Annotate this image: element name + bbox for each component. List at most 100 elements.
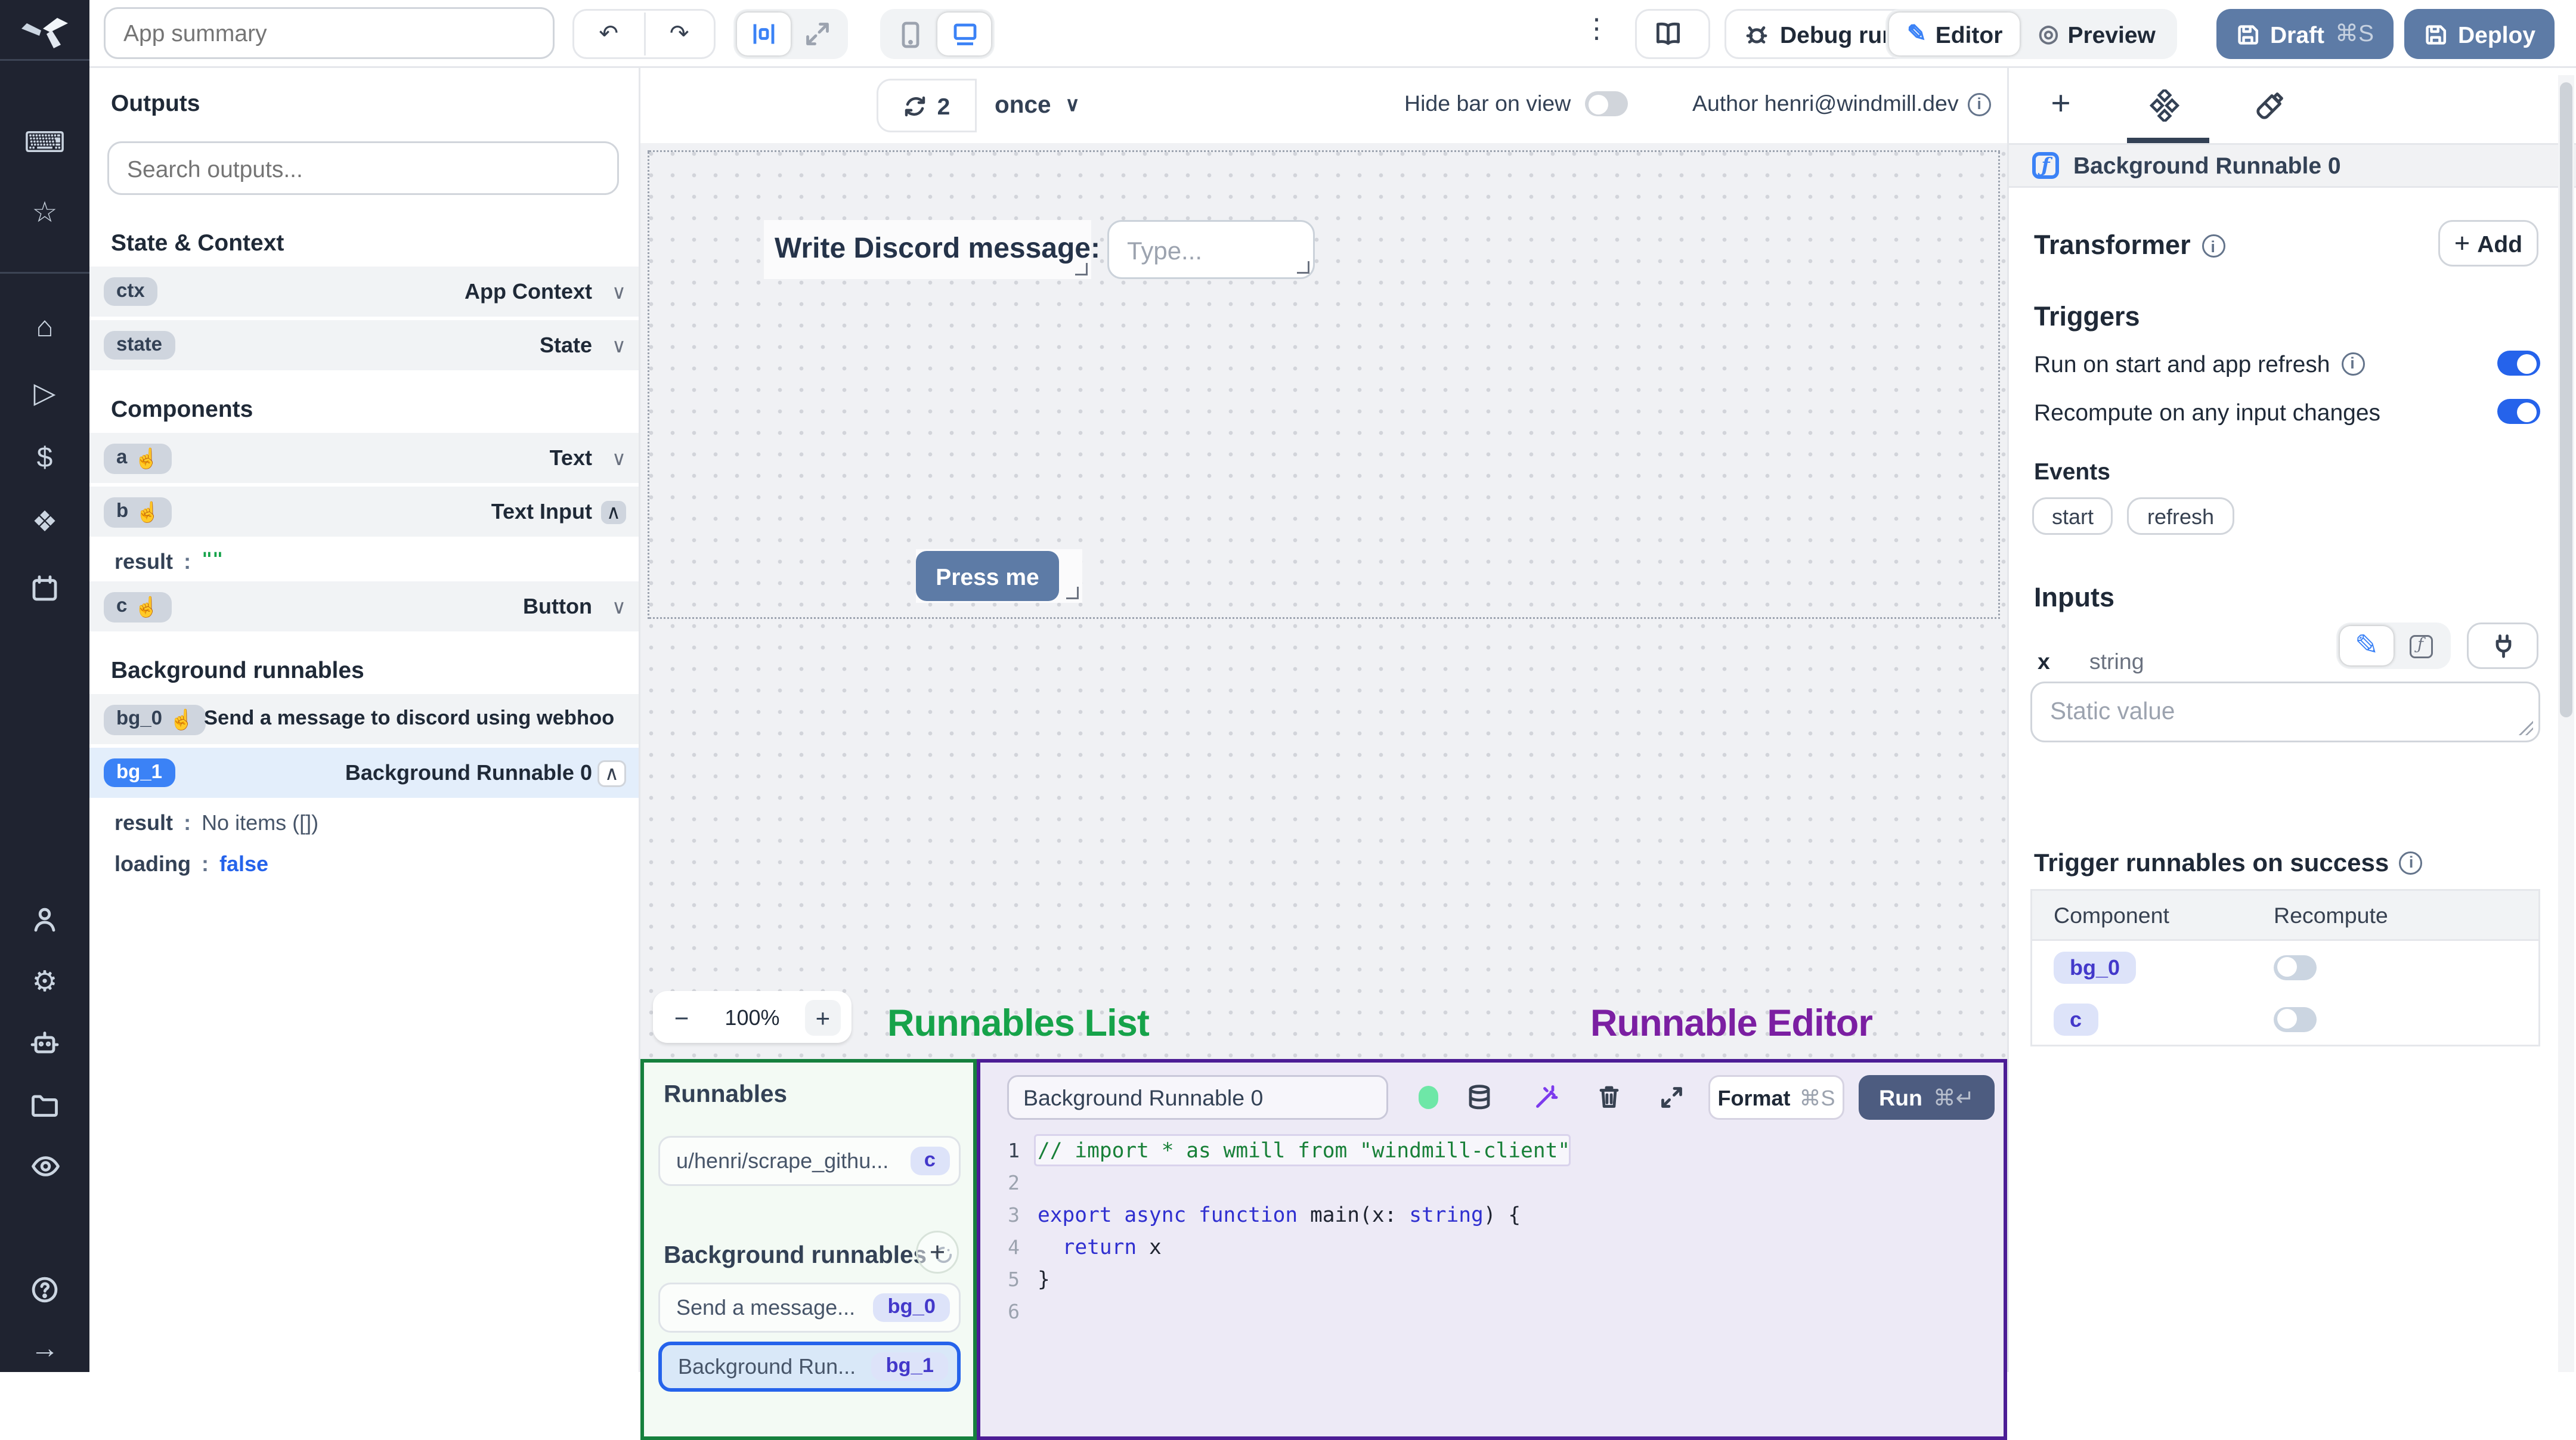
recompute-toggle[interactable]	[2274, 954, 2317, 980]
code-line[interactable]: 5}	[980, 1263, 2004, 1295]
redo-button[interactable]: ↷	[645, 13, 714, 55]
info-icon[interactable]: i	[2201, 234, 2225, 258]
code-line[interactable]: 1 // import * as wmill from "windmill-cli…	[980, 1134, 2004, 1166]
eval-mode-icon[interactable]: ƒ	[2394, 626, 2447, 665]
ai-wand-icon[interactable]	[1526, 1077, 1565, 1116]
component-id-badge[interactable]: bg_1	[104, 758, 175, 787]
textarea-resize-handle[interactable]	[2519, 721, 2533, 735]
audit-eye-icon[interactable]	[0, 1143, 89, 1190]
insert-component-tab[interactable]: +	[2030, 75, 2091, 136]
component-id-badge[interactable]: state	[104, 331, 175, 360]
apps-icon[interactable]: ⌨	[0, 120, 89, 166]
mobile-device-icon[interactable]	[884, 13, 937, 55]
center-layout-icon[interactable]	[737, 13, 791, 55]
chevron-down-icon[interactable]: ∨	[612, 595, 626, 618]
canvas-grid[interactable]: Write Discord message: Type... Press me …	[640, 143, 2007, 1440]
output-row[interactable]: c ☝ Button ∨	[89, 581, 639, 631]
format-button[interactable]: Format ⌘S	[1708, 1075, 1844, 1120]
static-value-textarea[interactable]: Static value	[2030, 682, 2540, 742]
save-draft-button[interactable]: Draft ⌘S	[2216, 9, 2394, 59]
code-line[interactable]: 2	[980, 1166, 2004, 1199]
recompute-toggle[interactable]	[2274, 1006, 2317, 1032]
output-row[interactable]: a ☝ Text ∨	[89, 433, 639, 483]
expand-icon[interactable]	[1651, 1077, 1690, 1116]
tab-editor[interactable]: ✎ Editor	[1889, 13, 2021, 55]
add-runnable-button[interactable]: +	[916, 1231, 959, 1274]
code-line[interactable]: 6	[980, 1295, 2004, 1327]
resize-handle[interactable]	[1075, 263, 1088, 275]
press-me-button[interactable]: Press me	[916, 551, 1059, 601]
runnable-name-input[interactable]	[1007, 1075, 1388, 1120]
workers-robot-icon[interactable]	[0, 1020, 89, 1066]
user-icon[interactable]	[0, 896, 89, 943]
tab-preview[interactable]: ◎ Preview	[2020, 13, 2174, 55]
collapse-arrow-icon[interactable]: →	[0, 1327, 89, 1374]
resize-handle[interactable]	[1066, 587, 1079, 599]
scrollbar-thumb[interactable]	[2560, 82, 2572, 717]
event-pill[interactable]: refresh	[2128, 497, 2234, 535]
desktop-device-icon[interactable]	[937, 13, 991, 55]
output-row[interactable]: ctx App Context ∨	[89, 267, 639, 317]
info-icon[interactable]: i	[2340, 351, 2364, 375]
windmill-logo-icon[interactable]	[18, 13, 72, 52]
run-button[interactable]: Run ⌘↵	[1859, 1075, 1995, 1120]
folders-icon[interactable]	[0, 1082, 89, 1129]
resources-cubes-icon[interactable]: ❖	[0, 499, 89, 546]
variables-dollar-icon[interactable]: $	[0, 436, 89, 483]
chevron-down-icon[interactable]: ∨	[612, 447, 626, 470]
info-icon[interactable]: i	[1967, 92, 1991, 116]
component-id-badge[interactable]: a ☝	[104, 442, 172, 473]
component-id-badge[interactable]: b ☝	[104, 496, 173, 527]
docs-book-icon[interactable]	[1635, 9, 1710, 59]
schedule-dropdown[interactable]: once ∨	[995, 91, 1080, 118]
event-pill[interactable]: start	[2032, 497, 2114, 535]
app-summary-input[interactable]	[104, 7, 555, 59]
output-row[interactable]: state State ∨	[89, 320, 639, 370]
database-icon[interactable]	[1460, 1077, 1499, 1116]
component-id-badge[interactable]: c ☝	[104, 591, 172, 622]
chevron-down-icon[interactable]: ∨	[612, 280, 626, 304]
runs-play-icon[interactable]: ▷	[0, 370, 89, 417]
undo-button[interactable]: ↶	[574, 13, 645, 55]
runnable-list-item[interactable]: u/henri/scrape_githu... c	[658, 1136, 961, 1186]
zoom-out-button[interactable]: −	[664, 999, 699, 1035]
trigger-toggle[interactable]	[2497, 399, 2540, 424]
component-settings-tab[interactable]	[2134, 75, 2195, 136]
home-icon[interactable]: ⌂	[0, 306, 89, 352]
scrollbar[interactable]	[2558, 75, 2574, 1372]
connect-plug-icon[interactable]	[2467, 623, 2538, 669]
code-line[interactable]: 4 return x	[980, 1231, 2004, 1263]
chevron-up-icon[interactable]: ∧	[597, 759, 626, 786]
component-id-badge[interactable]: bg_0 ☝	[104, 704, 207, 735]
chevron-down-icon[interactable]: ∨	[612, 334, 626, 357]
fullscreen-icon[interactable]	[791, 13, 844, 55]
schedules-calendar-icon[interactable]	[0, 565, 89, 612]
code-editor[interactable]: 1 // import * as wmill from "windmill-cli…	[980, 1134, 2004, 1436]
refresh-app-button[interactable]: 2	[877, 79, 977, 132]
zoom-in-button[interactable]: +	[804, 999, 841, 1035]
settings-gear-icon[interactable]: ⚙	[0, 959, 89, 1005]
code-line[interactable]: 3 export async function main(x: string) {	[980, 1199, 2004, 1231]
help-icon[interactable]	[0, 1266, 89, 1313]
static-mode-pen-icon[interactable]: ✎	[2340, 626, 2394, 665]
styling-tab[interactable]	[2238, 75, 2299, 136]
runnable-list-item[interactable]: Background Run... bg_1	[658, 1342, 961, 1392]
textinput-widget[interactable]: Type...	[1107, 220, 1315, 279]
delete-trash-icon[interactable]	[1589, 1077, 1628, 1116]
search-outputs-input[interactable]	[107, 141, 619, 195]
chevron-up-icon[interactable]: ∧	[600, 500, 626, 524]
favorites-star-icon[interactable]: ☆	[0, 190, 89, 236]
runnable-list-item[interactable]: Send a message... bg_0	[658, 1283, 961, 1333]
output-row[interactable]: b ☝ Text Input ∧	[89, 487, 639, 537]
text-widget[interactable]: Write Discord message:	[764, 220, 1100, 279]
resize-handle[interactable]	[1297, 261, 1309, 274]
output-row[interactable]: bg_0 ☝ Send a message to discord using web…	[89, 694, 639, 744]
info-icon[interactable]: i	[2399, 850, 2423, 874]
add-transformer-button[interactable]: + Add	[2438, 220, 2538, 267]
component-id-badge[interactable]: ctx	[104, 277, 157, 306]
trigger-toggle[interactable]	[2497, 351, 2540, 376]
deploy-button[interactable]: Deploy	[2404, 9, 2556, 59]
more-menu-icon[interactable]: ⋮	[1583, 13, 1610, 45]
output-row[interactable]: bg_1 Background Runnable 0 ∧	[89, 748, 639, 798]
hide-bar-toggle[interactable]	[1585, 91, 1628, 116]
